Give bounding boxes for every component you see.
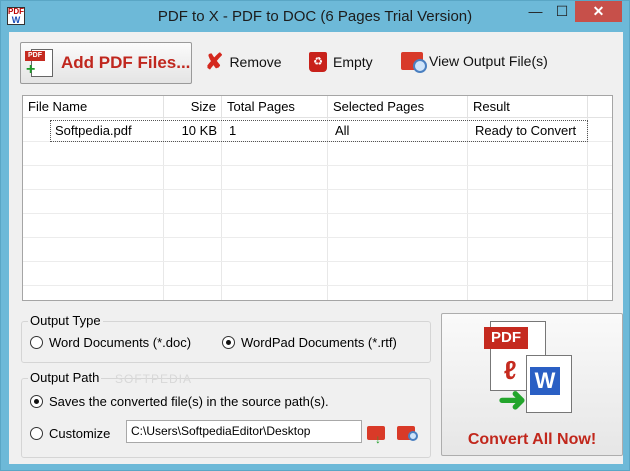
softpedia-watermark: SOFTPEDIA — [115, 372, 193, 386]
file-list-header: File Name Size Total Pages Selected Page… — [23, 96, 612, 118]
minimize-button[interactable]: — — [522, 1, 549, 22]
client-area: PDF + Add PDF Files... ✘ Remove ♻ Empty V… — [9, 32, 623, 464]
radio-dot — [222, 336, 235, 349]
view-output-files-label: View Output File(s) — [429, 53, 548, 69]
column-file-name[interactable]: File Name — [23, 96, 164, 118]
remove-label: Remove — [229, 54, 282, 70]
output-path-title: Output Path — [28, 370, 102, 385]
output-type-title: Output Type — [28, 313, 103, 328]
source-path-radio-label: Saves the converted file(s) in the sourc… — [49, 394, 329, 409]
folder-magnifier-icon — [401, 52, 427, 73]
output-path-group: Output Path — [21, 370, 431, 458]
app-window: PDF W PDF to X - PDF to DOC (6 Pages Tria… — [0, 0, 630, 471]
radio-dot — [30, 395, 43, 408]
word-doc-radio-label: Word Documents (*.doc) — [49, 335, 192, 350]
add-pdf-icon: PDF + — [25, 47, 55, 79]
output-path-input[interactable]: C:\Users\SoftpediaEditor\Desktop — [126, 420, 362, 443]
customize-radio[interactable]: Customize — [30, 426, 110, 441]
add-pdf-files-button[interactable]: PDF + Add PDF Files... — [20, 42, 192, 84]
radio-dot — [30, 427, 43, 440]
row-focus-rect — [50, 120, 588, 142]
add-pdf-files-label: Add PDF Files... — [61, 53, 191, 72]
open-folder-icon[interactable] — [397, 422, 419, 442]
file-list[interactable]: File Name Size Total Pages Selected Page… — [22, 95, 613, 301]
recycle-bin-icon: ♻ — [309, 52, 327, 72]
pdf-to-word-icon: PDF ℓ W ➜ — [484, 321, 576, 419]
word-doc-radio[interactable]: Word Documents (*.doc) — [30, 335, 191, 350]
close-button[interactable]: ✕ — [575, 1, 622, 22]
convert-all-now-button[interactable]: PDF ℓ W ➜ Convert All Now! — [441, 313, 623, 456]
convert-all-now-label: Convert All Now! — [467, 431, 597, 448]
source-path-radio[interactable]: Saves the converted file(s) in the sourc… — [30, 394, 329, 409]
column-selected-pages[interactable]: Selected Pages — [328, 96, 468, 118]
customize-radio-label: Customize — [49, 426, 111, 441]
column-total-pages[interactable]: Total Pages — [222, 96, 328, 118]
empty-button[interactable]: ♻ Empty — [309, 52, 373, 72]
title-bar[interactable]: PDF W PDF to X - PDF to DOC (6 Pages Tria… — [1, 1, 629, 31]
wordpad-rtf-radio[interactable]: WordPad Documents (*.rtf) — [222, 335, 397, 350]
maximize-button[interactable]: ☐ — [549, 1, 575, 22]
red-x-icon: ✘ — [205, 49, 224, 74]
wordpad-rtf-radio-label: WordPad Documents (*.rtf) — [241, 335, 397, 350]
browse-folder-icon[interactable]: ↓ — [367, 422, 389, 446]
view-output-files-button[interactable]: View Output File(s) — [401, 52, 548, 73]
column-size[interactable]: Size — [164, 96, 222, 118]
radio-dot — [30, 336, 43, 349]
column-result[interactable]: Result — [468, 96, 588, 118]
remove-button[interactable]: ✘ Remove — [205, 49, 282, 74]
empty-label: Empty — [333, 54, 373, 70]
